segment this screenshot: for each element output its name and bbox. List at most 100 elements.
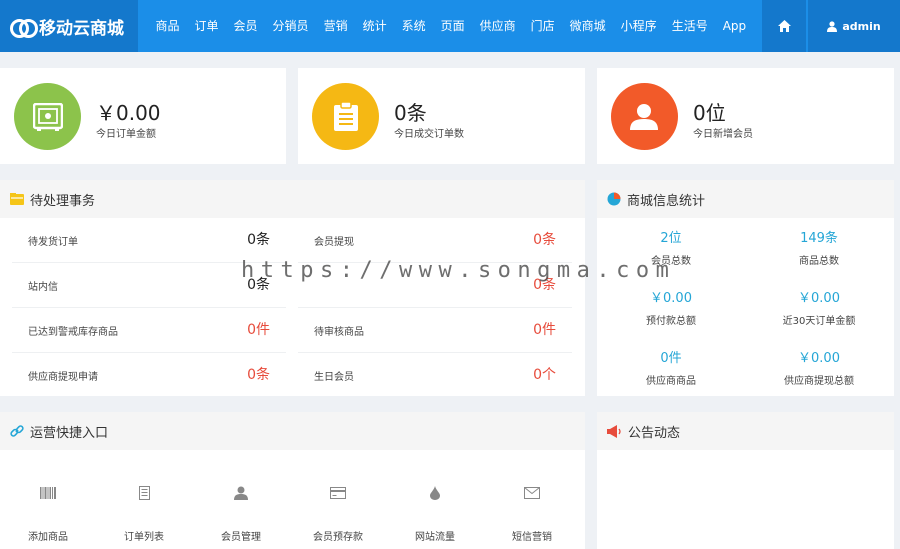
- mall-stat-value: ￥0.00: [798, 351, 840, 366]
- todo-value: 0条: [247, 232, 270, 248]
- mall-stat-cell[interactable]: 149条 商品总数: [745, 218, 893, 278]
- safe-icon: [32, 102, 63, 131]
- todo-label: 生日会员: [314, 372, 354, 383]
- quick-entry-label: 订单列表: [124, 532, 164, 543]
- stat-icon-circle: [611, 83, 678, 150]
- mall-stat-value: 149条: [800, 231, 838, 246]
- todo-panel: 待处理事务 待发货订单 0条 会员提现 0条 站内信 0条 0条 已达到警戒库存…: [0, 180, 585, 396]
- nav-item-orders[interactable]: 订单: [187, 0, 226, 52]
- quick-entry-sms-marketing[interactable]: 短信营销: [484, 484, 580, 546]
- nav-item-members[interactable]: 会员: [226, 0, 265, 52]
- pie-chart-icon: [607, 192, 621, 206]
- card-icon: [330, 487, 346, 499]
- todo-value: 0件: [533, 322, 556, 338]
- mall-stat-label: 近30天订单金额: [782, 316, 856, 327]
- todo-label: 待发货订单: [28, 237, 78, 248]
- quick-entry-site-traffic[interactable]: 网站流量: [387, 484, 483, 546]
- nav-item-pages[interactable]: 页面: [433, 0, 472, 52]
- mall-stat-label: 供应商商品: [646, 376, 696, 387]
- nav-item-marketing[interactable]: 营销: [316, 0, 355, 52]
- todo-row[interactable]: 已达到警戒库存商品 0件: [12, 308, 286, 353]
- mall-stat-cell[interactable]: ￥0.00 近30天订单金额: [745, 278, 893, 338]
- mall-stat-value: 2位: [660, 231, 682, 246]
- todo-row[interactable]: 会员提现 0条: [298, 218, 572, 263]
- home-icon: [777, 20, 791, 32]
- mall-stats-panel: 商城信息统计 2位 会员总数 149条 商品总数 ￥0.00 预付款总额 ￥0.…: [597, 180, 894, 396]
- stat-icon-circle: [14, 83, 81, 150]
- nav-item-products[interactable]: 商品: [148, 0, 187, 52]
- logo[interactable]: 移动云商城: [0, 0, 138, 52]
- stat-label: 今日新增会员: [693, 129, 753, 140]
- nav-item-life-account[interactable]: 生活号: [664, 0, 715, 52]
- panel-title: 运营快捷入口: [30, 425, 109, 441]
- quick-entry-label: 会员预存款: [313, 532, 363, 543]
- notice-panel: 公告动态: [597, 412, 894, 549]
- nav-item-mini-program[interactable]: 小程序: [613, 0, 664, 52]
- stat-label: 今日成交订单数: [394, 129, 464, 140]
- panel-title: 商城信息统计: [627, 193, 706, 209]
- mall-stat-label: 预付款总额: [646, 316, 696, 327]
- mall-stat-cell[interactable]: 0件 供应商商品: [597, 338, 745, 398]
- nav-right: admin: [762, 0, 900, 52]
- todo-label: 已达到警戒库存商品: [28, 327, 118, 338]
- drop-icon: [430, 486, 440, 500]
- top-navigation-bar: 移动云商城 商品 订单 会员 分销员 营销 统计 系统 页面 供应商 门店 微商…: [0, 0, 900, 52]
- mall-stat-value: ￥0.00: [798, 291, 840, 306]
- todo-label: 待审核商品: [314, 327, 364, 338]
- panel-header: 公告动态: [597, 412, 894, 450]
- document-icon: [138, 486, 150, 500]
- panel-header: 商城信息统计: [597, 180, 894, 218]
- panel-title: 待处理事务: [30, 193, 96, 209]
- quick-entry-label: 添加商品: [28, 532, 68, 543]
- quick-entry-order-list[interactable]: 订单列表: [96, 484, 192, 546]
- todo-row[interactable]: 供应商提现申请 0条: [12, 353, 286, 398]
- todo-value: 0件: [247, 322, 270, 338]
- stat-card-order-count: 0条 今日成交订单数: [298, 68, 585, 164]
- user-menu-button[interactable]: admin: [808, 0, 900, 52]
- todo-row[interactable]: 生日会员 0个: [298, 353, 572, 398]
- quick-entry-member-management[interactable]: 会员管理: [193, 484, 289, 546]
- megaphone-icon: [607, 424, 621, 438]
- nav-item-system[interactable]: 系统: [394, 0, 433, 52]
- nav-item-statistics[interactable]: 统计: [355, 0, 394, 52]
- nav-item-suppliers[interactable]: 供应商: [472, 0, 523, 52]
- todo-label: 供应商提现申请: [28, 372, 98, 383]
- todo-row[interactable]: 待审核商品 0件: [298, 308, 572, 353]
- watermark: https://www.songma.com: [241, 258, 676, 283]
- nav-item-app[interactable]: App: [715, 0, 753, 52]
- stat-card-order-amount: ￥0.00 今日订单金额: [0, 68, 286, 164]
- quick-entry-label: 会员管理: [221, 532, 261, 543]
- quick-entry-label: 短信营销: [512, 532, 552, 543]
- stat-icon-circle: [312, 83, 379, 150]
- panel-header: 运营快捷入口: [0, 412, 585, 450]
- panel-header: 待处理事务: [0, 180, 585, 218]
- logo-mark-icon: [10, 17, 38, 38]
- todo-value: 0个: [533, 367, 556, 383]
- stat-label: 今日订单金额: [96, 129, 156, 140]
- stat-value: 0条: [394, 101, 427, 125]
- todo-label: 会员提现: [314, 237, 354, 248]
- link-icon: [10, 425, 24, 437]
- nav-item-micro-mall[interactable]: 微商城: [562, 0, 613, 52]
- home-button[interactable]: [762, 0, 806, 52]
- clipboard-icon: [333, 101, 358, 131]
- panel-title: 公告动态: [628, 425, 681, 441]
- mall-stat-label: 商品总数: [799, 256, 839, 267]
- mall-stat-cell[interactable]: ￥0.00 供应商提现总额: [745, 338, 893, 398]
- nav-item-stores[interactable]: 门店: [523, 0, 562, 52]
- folder-icon: [10, 193, 24, 205]
- mall-stat-label: 供应商提现总额: [784, 376, 854, 387]
- logo-text: 移动云商城: [39, 18, 124, 39]
- user-icon: [629, 103, 658, 130]
- quick-entry-add-product[interactable]: 添加商品: [0, 484, 96, 546]
- mall-stat-value: ￥0.00: [650, 291, 692, 306]
- mall-stat-cell[interactable]: ￥0.00 预付款总额: [597, 278, 745, 338]
- stat-value: ￥0.00: [96, 101, 161, 125]
- todo-value: 0条: [533, 232, 556, 248]
- envelope-icon: [524, 487, 540, 499]
- nav-item-distributors[interactable]: 分销员: [265, 0, 316, 52]
- quick-entry-member-deposit[interactable]: 会员预存款: [290, 484, 386, 546]
- main-nav: 商品 订单 会员 分销员 营销 统计 系统 页面 供应商 门店 微商城 小程序 …: [148, 0, 754, 52]
- barcode-icon: [40, 487, 56, 499]
- todo-row[interactable]: 待发货订单 0条: [12, 218, 286, 263]
